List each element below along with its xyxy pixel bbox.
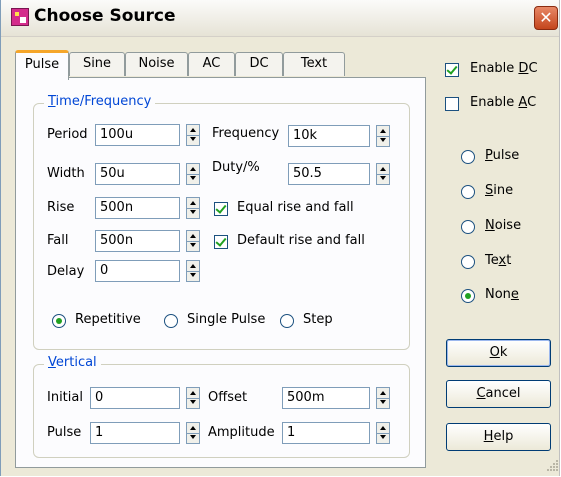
resize-grip-icon[interactable] bbox=[547, 460, 559, 472]
close-icon: ✕ bbox=[539, 8, 553, 27]
title-bar[interactable]: Choose Source ✕ bbox=[1, 0, 559, 37]
initial-spinner[interactable] bbox=[186, 387, 200, 409]
pulse-tab-panel: Time/Frequency Period 100u Width 50u Ris… bbox=[15, 77, 426, 468]
source-radio-none-label: None bbox=[485, 287, 519, 302]
enable-dc-checkbox[interactable] bbox=[445, 63, 459, 77]
initial-input[interactable]: 0 bbox=[90, 387, 180, 409]
width-spinner[interactable] bbox=[186, 163, 200, 185]
time-frequency-title: Time/Frequency bbox=[44, 94, 156, 109]
amplitude-input[interactable]: 1 bbox=[282, 422, 370, 444]
close-button[interactable]: ✕ bbox=[534, 6, 558, 30]
delay-input[interactable]: 0 bbox=[95, 260, 180, 282]
offset-label: Offset bbox=[208, 390, 248, 405]
source-radio-pulse[interactable] bbox=[461, 150, 475, 164]
pulse-level-spinner[interactable] bbox=[186, 422, 200, 444]
delay-spinner[interactable] bbox=[186, 260, 200, 282]
enable-ac-checkbox[interactable] bbox=[445, 97, 459, 111]
ok-button[interactable]: Ok bbox=[446, 339, 551, 367]
equal-rise-fall-checkbox[interactable] bbox=[214, 202, 228, 216]
fall-spinner[interactable] bbox=[186, 230, 200, 252]
rise-label: Rise bbox=[47, 200, 75, 215]
default-rise-fall-label: Default rise and fall bbox=[237, 233, 365, 248]
tab-ac[interactable]: AC bbox=[188, 52, 235, 76]
frequency-input[interactable]: 10k bbox=[288, 125, 370, 147]
repetitive-label: Repetitive bbox=[75, 312, 141, 327]
offset-input[interactable]: 500m bbox=[282, 387, 370, 409]
source-radio-noise[interactable] bbox=[461, 220, 475, 234]
period-label: Period bbox=[47, 127, 88, 142]
app-icon bbox=[11, 8, 29, 26]
tab-pulse[interactable]: Pulse bbox=[15, 50, 69, 80]
source-radio-pulse-label: Pulse bbox=[485, 148, 520, 163]
tab-noise[interactable]: Noise bbox=[125, 52, 188, 76]
enable-ac-label: Enable AC bbox=[470, 95, 537, 110]
initial-label: Initial bbox=[47, 390, 83, 405]
source-radio-sine[interactable] bbox=[461, 185, 475, 199]
amplitude-spinner[interactable] bbox=[376, 422, 390, 444]
source-radio-none[interactable] bbox=[461, 289, 475, 303]
equal-rise-fall-label: Equal rise and fall bbox=[237, 200, 354, 215]
default-rise-fall-checkbox[interactable] bbox=[214, 235, 228, 249]
window-title: Choose Source bbox=[34, 6, 176, 26]
rise-input[interactable]: 500n bbox=[95, 197, 180, 219]
offset-spinner[interactable] bbox=[376, 387, 390, 409]
help-button[interactable]: Help bbox=[446, 423, 551, 451]
width-input[interactable]: 50u bbox=[95, 163, 180, 185]
period-input[interactable]: 100u bbox=[95, 124, 180, 146]
vertical-title: Vertical bbox=[44, 355, 101, 370]
rise-spinner[interactable] bbox=[186, 197, 200, 219]
width-label: Width bbox=[47, 166, 85, 181]
cancel-button[interactable]: Cancel bbox=[446, 380, 551, 408]
pulse-level-input[interactable]: 1 bbox=[90, 422, 180, 444]
fall-label: Fall bbox=[47, 233, 69, 248]
pulse-level-label: Pulse bbox=[47, 425, 82, 440]
fall-input[interactable]: 500n bbox=[95, 230, 180, 252]
single-pulse-label: Single Pulse bbox=[187, 312, 266, 327]
amplitude-label: Amplitude bbox=[208, 425, 275, 440]
tab-dc[interactable]: DC bbox=[235, 52, 283, 76]
repetitive-radio[interactable] bbox=[52, 314, 66, 328]
step-label: Step bbox=[303, 312, 333, 327]
frequency-spinner[interactable] bbox=[376, 125, 390, 147]
period-spinner[interactable] bbox=[186, 124, 200, 146]
duty-spinner[interactable] bbox=[376, 163, 390, 185]
tab-text[interactable]: Text bbox=[283, 52, 345, 76]
tab-sine[interactable]: Sine bbox=[69, 52, 125, 76]
delay-label: Delay bbox=[47, 264, 85, 279]
duty-input[interactable]: 50.5 bbox=[288, 163, 370, 185]
source-radio-noise-label: Noise bbox=[485, 218, 522, 233]
single-pulse-radio[interactable] bbox=[164, 314, 178, 328]
step-radio[interactable] bbox=[280, 314, 294, 328]
duty-label: Duty/% bbox=[212, 160, 260, 175]
enable-dc-label: Enable DC bbox=[470, 61, 538, 76]
source-radio-text[interactable] bbox=[461, 255, 475, 269]
source-radio-text-label: Text bbox=[485, 253, 512, 268]
source-radio-sine-label: Sine bbox=[485, 183, 514, 198]
choose-source-dialog: Choose Source ✕ Pulse Sine Noise AC DC T… bbox=[0, 0, 560, 476]
frequency-label: Frequency bbox=[212, 126, 280, 141]
